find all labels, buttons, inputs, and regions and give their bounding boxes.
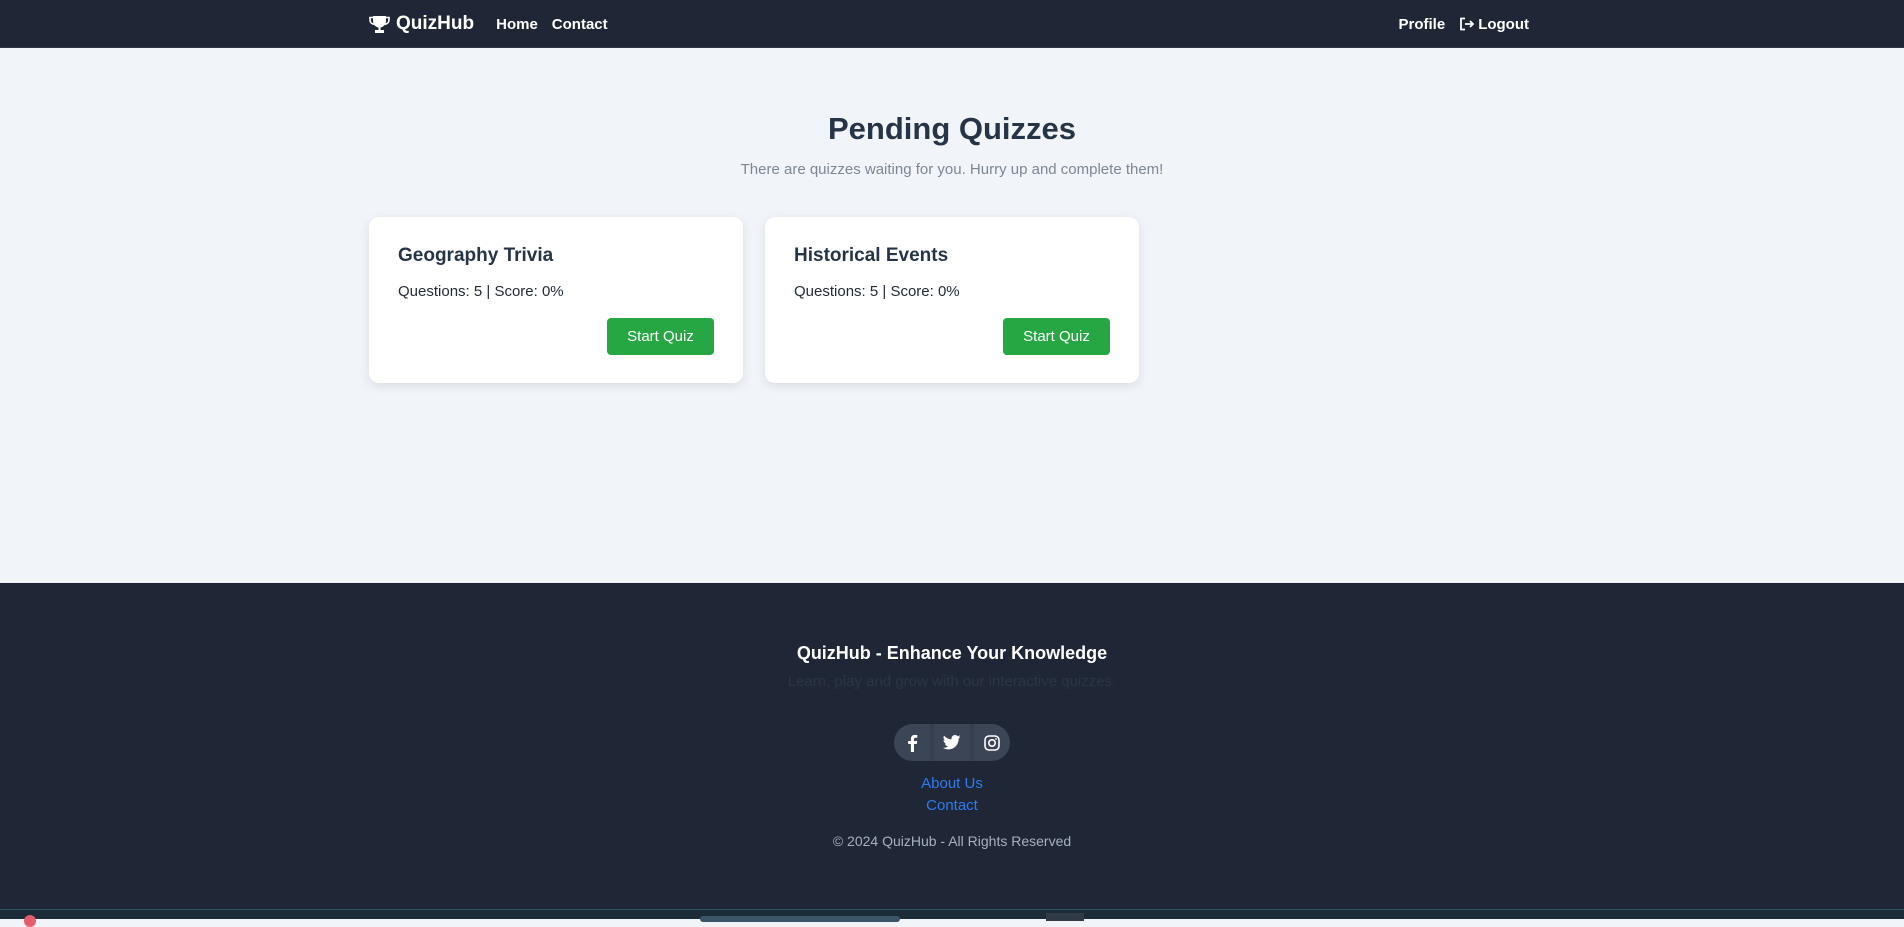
nav-contact-link[interactable]: Contact <box>552 16 608 33</box>
site-footer: QuizHub - Enhance Your Knowledge Learn, … <box>0 583 1904 909</box>
instagram-icon[interactable] <box>974 724 1010 761</box>
taskbar-app-icon[interactable] <box>24 915 36 927</box>
twitter-icon[interactable] <box>934 724 970 761</box>
quiz-card-title: Geography Trivia <box>398 245 554 266</box>
taskbar-strip <box>0 909 1904 927</box>
nav-home-link[interactable]: Home <box>496 16 538 33</box>
navbar-inner: QuizHub Home Contact Profile Logout <box>369 0 1529 48</box>
top-navbar: QuizHub Home Contact Profile Logout <box>0 0 1904 48</box>
logout-label: Logout <box>1478 15 1529 33</box>
social-links <box>894 724 1010 761</box>
footer-contact-link[interactable]: Contact <box>0 797 1904 814</box>
start-quiz-button[interactable]: Start Quiz <box>1003 318 1110 355</box>
start-quiz-button[interactable]: Start Quiz <box>607 318 714 355</box>
footer-title: QuizHub - Enhance Your Knowledge <box>796 643 1108 663</box>
footer-copyright: © 2024 QuizHub - All Rights Reserved <box>832 833 1072 849</box>
quiz-card-meta: Questions: 5 | Score: 0% <box>398 283 564 300</box>
taskbar-window-tab[interactable] <box>1046 913 1084 921</box>
quiz-card-title: Historical Events <box>794 245 949 266</box>
trophy-icon <box>369 15 390 34</box>
nav-links: Home Contact <box>496 16 622 33</box>
footer-tagline: Learn, play and grow with our interactiv… <box>787 673 1117 690</box>
nav-profile-link[interactable]: Profile <box>1399 16 1446 33</box>
taskbar-window-tab[interactable] <box>700 916 900 922</box>
quiz-card-list: Geography Trivia Questions: 5 | Score: 0… <box>369 217 1161 383</box>
facebook-icon[interactable] <box>894 724 930 761</box>
footer-about-link[interactable]: About Us <box>0 775 1904 792</box>
quiz-card: Geography Trivia Questions: 5 | Score: 0… <box>369 217 743 383</box>
brand-link[interactable]: QuizHub <box>369 13 474 35</box>
page-subtitle: There are quizzes waiting for you. Hurry… <box>740 161 1164 178</box>
brand-name: QuizHub <box>396 13 475 34</box>
nav-user-links: Profile Logout <box>1385 16 1530 33</box>
nav-logout-link[interactable]: Logout <box>1459 16 1529 33</box>
logout-icon <box>1459 17 1475 31</box>
page-title: Pending Quizzes <box>827 111 1077 146</box>
quiz-card: Historical Events Questions: 5 | Score: … <box>765 217 1139 383</box>
main-content: Pending Quizzes There are quizzes waitin… <box>0 49 1904 583</box>
quiz-card-meta: Questions: 5 | Score: 0% <box>794 283 960 300</box>
